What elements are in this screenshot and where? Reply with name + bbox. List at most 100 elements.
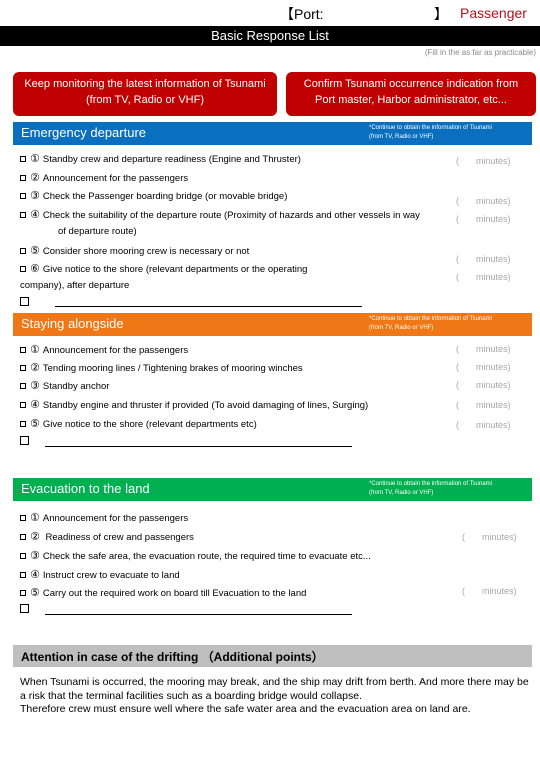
page-title: Basic Response List (0, 26, 540, 46)
checkbox[interactable] (20, 212, 26, 219)
item-number: ④ (30, 209, 40, 221)
section-title: Evacuation to the land (21, 481, 150, 496)
checkbox[interactable] (20, 193, 26, 200)
checklist-item[interactable]: ④ Standby engine and thruster if provided… (20, 398, 368, 411)
minutes-field[interactable]: ( minutes) (456, 380, 511, 390)
port-label: 【Port: (280, 6, 324, 22)
checkbox[interactable] (20, 347, 26, 354)
note-line: (from TV, Radio or VHF) (369, 490, 434, 496)
checklist-item[interactable]: ⑤ Give notice to the shore (relevant depa… (20, 417, 257, 430)
paren: ( (456, 196, 459, 206)
checkbox[interactable] (20, 402, 26, 409)
minutes-text: minutes) (476, 196, 511, 206)
section-title: Emergency departure (21, 125, 147, 140)
checkbox[interactable] (20, 383, 26, 390)
item-number: ⑥ (30, 263, 40, 275)
checkbox[interactable] (20, 175, 26, 182)
checklist-item[interactable]: ③ Check the safe area, the evacuation rou… (20, 549, 371, 562)
drifting-paragraph: When Tsunami is occurred, the mooring ma… (20, 676, 532, 717)
note-line: (from TV, Radio or VHF) (369, 134, 434, 140)
section-note: *Continue to obtain the information of T… (369, 480, 534, 498)
item-number: ② (30, 362, 40, 374)
minutes-field[interactable]: (minutes) (456, 156, 511, 166)
minutes-field[interactable]: (minutes) (456, 420, 511, 430)
minutes-field[interactable]: ( minutes) (456, 254, 511, 264)
minutes-text: minutes) (482, 586, 517, 596)
checkbox[interactable] (20, 421, 26, 428)
checkbox[interactable] (20, 515, 26, 522)
minutes-text: minutes) (476, 420, 511, 430)
section-note: *Continue to obtain the information of T… (369, 124, 534, 142)
checklist-item[interactable]: ⑥ Give notice to the shore (relevant depa… (20, 262, 307, 275)
blank-input-line[interactable] (45, 614, 352, 615)
checklist-item[interactable]: ② Announcement for the passengers (20, 171, 188, 184)
item-continuation: of departure route) (58, 226, 137, 237)
item-text: Announcement for the passengers (42, 345, 189, 356)
item-text: Readiness of crew and passengers (42, 532, 194, 543)
checklist-item[interactable]: ① Announcement for the passengers (20, 511, 188, 524)
item-number: ② (30, 172, 40, 184)
section-header-staying-alongside: Staying alongside *Continue to obtain th… (13, 313, 532, 336)
item-number: ③ (30, 190, 40, 202)
minutes-text: minutes) (476, 254, 511, 264)
item-text: Tending mooring lines / Tightening brake… (42, 363, 303, 374)
checkbox[interactable] (20, 590, 26, 597)
paren: ( (456, 254, 459, 264)
minutes-field[interactable]: (minutes) (462, 532, 517, 542)
checkbox[interactable] (20, 248, 26, 255)
checklist-item[interactable]: ② Readiness of crew and passengers (20, 530, 194, 543)
checkbox[interactable] (20, 266, 26, 273)
blank-input-line[interactable] (45, 446, 352, 447)
minutes-field[interactable]: ( minutes) (456, 272, 511, 282)
checklist-item[interactable]: ⑤ Carry out the required work on board ti… (20, 586, 306, 599)
extra-checkbox[interactable] (20, 297, 29, 306)
note-line: (from TV, Radio or VHF) (369, 325, 434, 331)
minutes-field[interactable]: (minutes) (456, 400, 511, 410)
minutes-field[interactable]: ( minutes) (456, 196, 511, 206)
info-box-confirm: Confirm Tsunami occurrence indication fr… (286, 72, 536, 116)
minutes-field[interactable]: (minutes) (456, 214, 511, 224)
checkbox[interactable] (20, 572, 26, 579)
item-number: ② (30, 531, 40, 543)
checkbox[interactable] (20, 534, 26, 541)
info-box-line: Confirm Tsunami occurrence indication fr… (303, 78, 519, 90)
checklist-item[interactable]: ① Standby crew and departure readiness (E… (20, 152, 301, 165)
item-text: Check the safe area, the evacuation rout… (42, 551, 371, 562)
item-text: Give notice to the shore (relevant depar… (42, 264, 308, 275)
checklist-item[interactable]: ① Announcement for the passengers (20, 343, 188, 356)
item-continuation: company), after departure (20, 280, 130, 291)
item-text: Standby anchor (42, 381, 110, 392)
minutes-text: minutes) (476, 344, 511, 354)
info-box-line: Keep monitoring the latest information o… (24, 78, 266, 90)
checklist-item[interactable]: ④ Instruct crew to evacuate to land (20, 568, 180, 581)
checklist-item[interactable]: ③ Standby anchor (20, 379, 109, 392)
item-text: Standby engine and thruster if provided … (42, 400, 369, 411)
minutes-field[interactable]: (minutes) (456, 362, 511, 372)
checkbox[interactable] (20, 553, 26, 560)
checkbox[interactable] (20, 156, 26, 163)
item-text: Announcement for the passengers (42, 513, 189, 524)
category-label: Passenger (460, 5, 527, 21)
blank-input-line[interactable] (55, 306, 362, 307)
checkbox[interactable] (20, 365, 26, 372)
minutes-text: minutes) (482, 532, 517, 542)
extra-checkbox[interactable] (20, 436, 29, 445)
minutes-text: minutes) (476, 380, 511, 390)
checklist-item[interactable]: ② Tending mooring lines / Tightening brak… (20, 361, 303, 374)
info-box-monitoring: Keep monitoring the latest information o… (13, 72, 277, 116)
extra-checkbox[interactable] (20, 604, 29, 613)
checklist-item[interactable]: ⑤ Consider shore mooring crew is necessar… (20, 244, 249, 257)
minutes-field[interactable]: (minutes) (462, 586, 517, 596)
paren: ( (456, 362, 459, 372)
checklist-item[interactable]: ④ Check the suitability of the departure … (20, 208, 420, 221)
paren: ( (456, 380, 459, 390)
minutes-field[interactable]: (minutes) (456, 344, 511, 354)
minutes-text: minutes) (476, 272, 511, 282)
note-line: *Continue to obtain the information of T… (369, 125, 492, 131)
checklist-item[interactable]: ③ Check the Passenger boarding bridge (or… (20, 189, 287, 202)
item-number: ⑤ (30, 245, 40, 257)
paren: ( (456, 272, 459, 282)
section-header-emergency-departure: Emergency departure *Continue to obtain … (13, 122, 532, 145)
port-close-bracket: 】 (434, 6, 448, 22)
item-text: Check the suitability of the departure r… (42, 210, 420, 221)
